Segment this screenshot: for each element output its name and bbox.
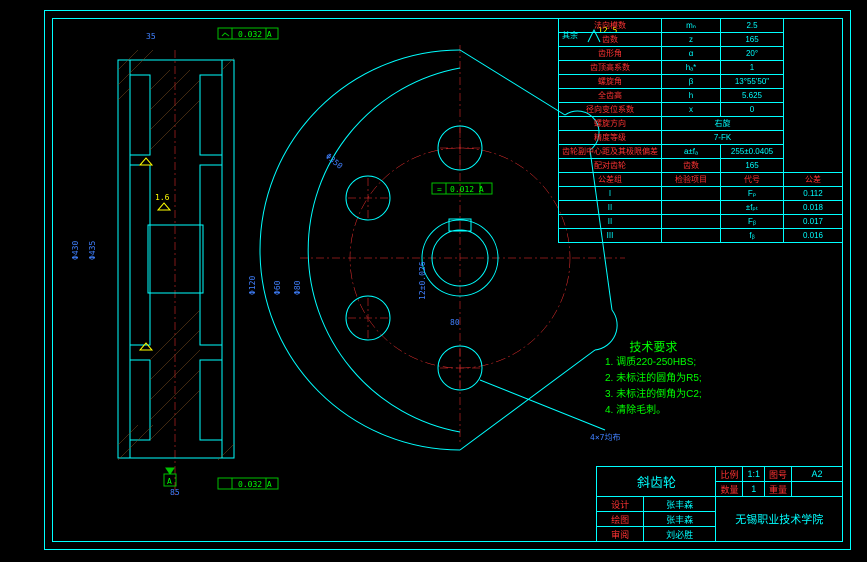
fcf-hub: 0.012 A: [450, 185, 484, 194]
dim-d5: Φ80: [293, 280, 302, 295]
dim-d2: Φ435: [88, 241, 97, 260]
tech-item: 2. 未标注的圆角为R5;: [605, 371, 702, 387]
tech-item: 4. 清除毛刺。: [605, 403, 702, 419]
technical-requirements: 技术要求 1. 调质220-250HBS; 2. 未标注的圆角为R5; 3. 未…: [605, 339, 702, 419]
fcf-top: 0.032 A: [238, 30, 272, 39]
section-view: 1.6 Φ430 Φ435 Φ120 Φ60 Φ80 85 35 0.032 A…: [71, 28, 302, 497]
dim-w1: 85: [170, 488, 180, 497]
cad-drawing-frame: 1.6 Φ430 Φ435 Φ120 Φ60 Φ80 85 35 0.032 A…: [0, 0, 867, 562]
tech-item: 1. 调质220-250HBS;: [605, 355, 702, 371]
dim-key-h: 12±0.026: [418, 261, 427, 300]
dim-hub-w: 80: [450, 318, 460, 327]
dim-w2: 35: [146, 32, 156, 41]
datum-a: A: [167, 477, 172, 486]
fcf-bot: 0.032 A: [238, 480, 272, 489]
school: 无锡职业技术学院: [716, 497, 843, 542]
dim-d3: Φ120: [248, 276, 257, 295]
tech-item: 3. 未标注的倒角为C2;: [605, 387, 702, 403]
hole-note: 4×7均布: [590, 432, 620, 442]
parameter-table: 法向模数mₙ2.5 齿数z165 齿形角α20° 齿顶高系数hₐ*1 螺旋角β1…: [558, 18, 843, 243]
dim-d4: Φ60: [273, 280, 282, 295]
ra-mark: 1.6: [155, 193, 170, 202]
dim-d1: Φ430: [71, 241, 80, 260]
title-block: 斜齿轮 比例1:1 图号A2 数量1 重量 设计张丰森 无锡职业技术学院 绘图张…: [596, 466, 843, 542]
tech-title: 技术要求: [605, 339, 702, 355]
drawing-name: 斜齿轮: [597, 467, 716, 497]
svg-text:=: =: [437, 185, 442, 194]
